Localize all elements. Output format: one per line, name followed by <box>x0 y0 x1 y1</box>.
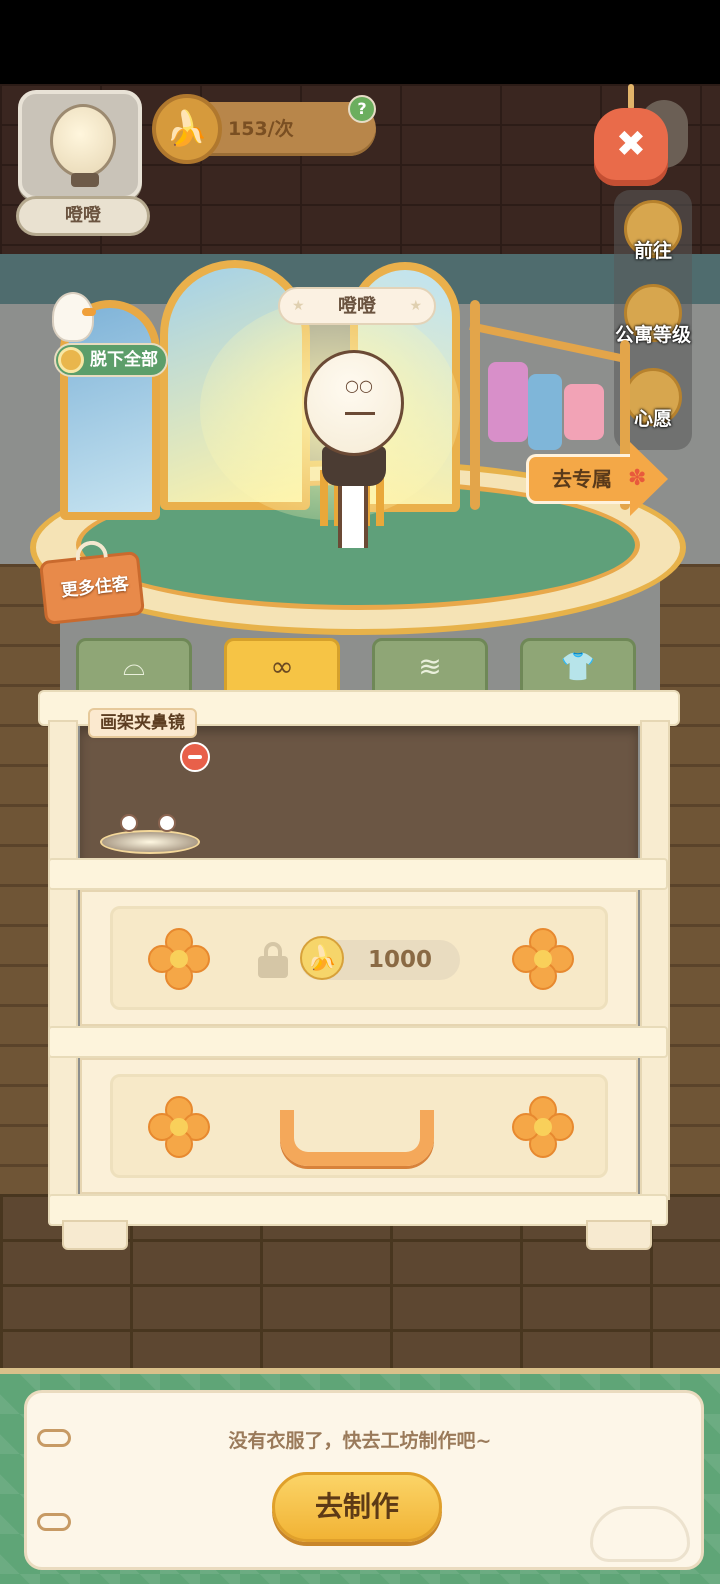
hanging-clothes-icon <box>528 374 562 450</box>
tab-hat[interactable]: ⌓ <box>76 638 192 694</box>
help-icon[interactable]: ? <box>348 95 376 123</box>
go-exclusive-button[interactable]: 去专属 ✽ <box>526 440 668 516</box>
side-item-go-to[interactable]: 前往 <box>614 194 692 278</box>
goose-icon <box>52 292 96 342</box>
tab-shirt[interactable]: 👕 <box>520 638 636 694</box>
tab-glasses[interactable]: ∞ <box>224 638 340 694</box>
tag-string <box>628 84 634 110</box>
character-mouth <box>345 405 375 415</box>
empty-wardrobe-message: 没有衣服了，快去工坊制作吧~ <box>228 1430 492 1452</box>
hanging-clothes-icon <box>564 384 604 440</box>
avatar-name-label: 噔噔 <box>16 196 150 236</box>
banana-icon: 🍌 <box>300 936 344 980</box>
remove-item-button[interactable] <box>180 742 210 772</box>
lightbulb-character[interactable]: ○○ <box>300 350 410 560</box>
hat-icon: ⌓ <box>122 649 146 682</box>
cabinet-shelf <box>48 1026 668 1058</box>
character-avatar[interactable] <box>18 90 142 200</box>
item-name-label: 画架夹鼻镜 <box>88 708 197 738</box>
character-name-tag: ★ 噔噔 ★ <box>278 287 436 325</box>
scarf-icon: ≋ <box>418 649 442 683</box>
close-button[interactable]: ✖ <box>594 84 668 188</box>
lock-icon <box>256 942 290 978</box>
cabinet-foot <box>586 1220 652 1250</box>
more-residents-button[interactable]: 更多住客 <box>38 539 146 626</box>
item-pedestal <box>100 830 200 854</box>
cabinet-side-right <box>640 720 670 1200</box>
ring-icon <box>58 347 84 373</box>
more-residents-label: 更多住客 <box>60 574 130 602</box>
rack-bar <box>469 322 628 364</box>
tab-scarf[interactable]: ≋ <box>372 638 488 694</box>
go-exclusive-label: 去专属 <box>552 467 612 491</box>
flower-icon <box>148 928 210 990</box>
lightbulb-avatar-icon <box>50 104 116 187</box>
character-legs <box>338 484 368 548</box>
character-name: 噔噔 <box>337 295 376 317</box>
star-icon: ★ <box>292 298 305 314</box>
star-icon: ★ <box>409 298 422 314</box>
glasses-icon: ∞ <box>270 649 294 683</box>
cabinet-side-left <box>48 720 78 1200</box>
side-item-label: 前往 <box>633 240 672 262</box>
cabinet-base <box>48 1194 668 1226</box>
unlock-price-pill[interactable]: 🍌 1000 <box>300 936 460 980</box>
pince-nez-icon <box>158 814 176 832</box>
flower-icon <box>148 1096 210 1158</box>
flower-icon: ✽ <box>628 466 647 491</box>
cabinet-shelf <box>48 858 668 890</box>
pince-nez-icon <box>120 814 138 832</box>
drawer-handle[interactable] <box>280 1110 434 1166</box>
take-off-all-button[interactable]: 脱下全部 <box>54 343 168 377</box>
go-make-button[interactable]: 去制作 <box>272 1472 442 1542</box>
banana-icon: 🍌 <box>152 94 222 164</box>
binder-ring-icon <box>37 1513 71 1531</box>
cost-text: 153/次 <box>228 118 294 140</box>
flower-icon <box>512 1096 574 1158</box>
pince-nez-glasses-icon: ○○ <box>345 376 373 395</box>
unlock-price: 1000 <box>368 947 433 973</box>
item-glasses-slot[interactable] <box>100 812 200 856</box>
take-off-all-label: 脱下全部 <box>90 350 158 370</box>
cabinet-foot <box>62 1220 128 1250</box>
cat-watermark-icon <box>590 1506 690 1562</box>
banana-cost-pill: 🍌 153/次 <box>152 94 376 164</box>
bulb-head: ○○ <box>304 350 404 456</box>
close-icon: ✖ <box>615 124 647 165</box>
shirt-icon: 👕 <box>560 649 596 683</box>
hanging-clothes-icon <box>488 362 528 442</box>
flower-icon <box>512 928 574 990</box>
